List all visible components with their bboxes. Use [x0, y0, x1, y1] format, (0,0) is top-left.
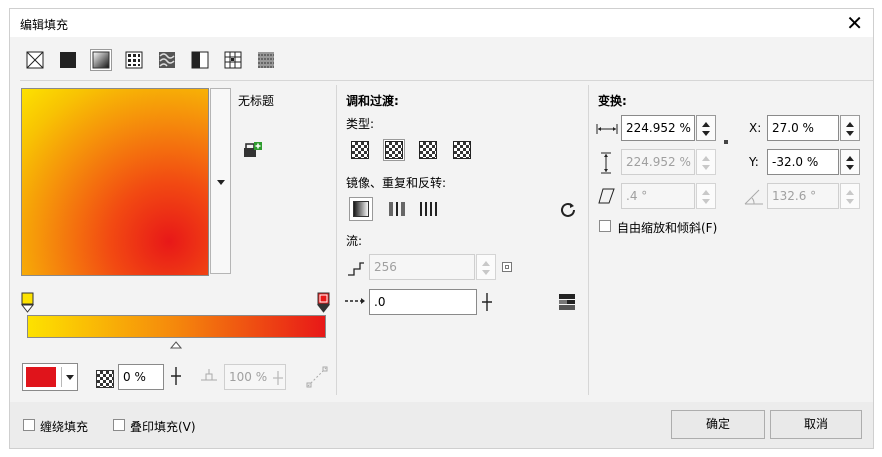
flow-label: 流: — [346, 234, 363, 248]
blend-direction-icon[interactable] — [306, 366, 328, 391]
preset-name: 无标题 — [238, 94, 275, 108]
fill-preview[interactable] — [21, 88, 209, 276]
fill-height-value: 224.952 % — [626, 155, 691, 169]
skew-input[interactable]: .4 ° — [621, 183, 695, 209]
texture-fill-icon[interactable] — [222, 49, 244, 71]
close-icon[interactable]: ✕ — [846, 11, 863, 35]
bitmap-pattern-fill-icon[interactable] — [156, 49, 178, 71]
position-slider-icon — [272, 370, 284, 389]
fill-height-spinner[interactable] — [696, 149, 716, 175]
skew-icon — [598, 187, 616, 208]
x-label: X: — [749, 121, 762, 135]
default-blend-icon[interactable] — [349, 197, 373, 221]
postscript-fill-icon[interactable] — [255, 49, 277, 71]
y-label: Y: — [749, 155, 759, 169]
linear-blend-icon[interactable] — [349, 139, 371, 161]
acceleration-input[interactable]: .0 — [369, 289, 477, 315]
smooth-transition-icon[interactable] — [557, 292, 577, 315]
steps-input[interactable]: 256 — [369, 254, 475, 280]
repeat-blend-icon[interactable] — [418, 198, 440, 220]
skew-spinner[interactable] — [696, 183, 716, 209]
divider — [61, 367, 62, 387]
dialog-title: 编辑填充 — [20, 18, 69, 32]
gradient-bar[interactable] — [27, 315, 326, 338]
column-divider — [588, 85, 589, 395]
chevron-down-icon — [217, 180, 225, 185]
fill-width-value: 224.952 % — [626, 121, 691, 135]
rotate-spinner[interactable] — [840, 183, 860, 209]
lock-steps-icon[interactable] — [502, 262, 512, 272]
lock-ratio-icon[interactable] — [724, 140, 728, 144]
two-color-pattern-fill-icon[interactable] — [189, 49, 211, 71]
dialog-footer: 缠绕填充 叠印填充(V) 确定 取消 — [10, 402, 873, 448]
fill-width-input[interactable]: 224.952 % — [621, 115, 695, 141]
steps-spinner[interactable] — [476, 254, 496, 280]
fill-width-icon — [596, 123, 618, 138]
midpoint-marker[interactable] — [169, 338, 183, 352]
mirror-label: 镜像、重复和反转: — [346, 176, 447, 190]
transparency-icon — [96, 370, 114, 388]
x-offset-spinner[interactable] — [840, 115, 860, 141]
mirror-blend-icon[interactable] — [386, 198, 408, 220]
add-preset-icon[interactable] — [243, 142, 263, 163]
elliptical-blend-icon[interactable] — [383, 139, 405, 161]
acceleration-slider-icon[interactable] — [480, 292, 494, 315]
free-scale-checkbox[interactable] — [599, 220, 611, 232]
rotate-value: 132.6 ° — [772, 189, 817, 203]
title-bar: 编辑填充 ✕ — [10, 9, 873, 37]
uniform-fill-icon[interactable] — [57, 49, 79, 71]
conical-blend-icon[interactable] — [417, 139, 439, 161]
type-label: 类型: — [346, 117, 375, 131]
column-divider — [336, 85, 337, 395]
steps-value: 256 — [374, 260, 397, 274]
wrap-fill-checkbox[interactable] — [23, 419, 35, 431]
x-offset-input[interactable]: 27.0 % — [767, 115, 839, 141]
wrap-fill-label: 缠绕填充 — [40, 420, 89, 434]
rotate-icon — [744, 187, 764, 208]
overprint-checkbox[interactable] — [113, 419, 125, 431]
ok-button[interactable]: 确定 — [671, 410, 765, 439]
cancel-button[interactable]: 取消 — [770, 410, 862, 439]
toolbar-separator — [20, 80, 873, 81]
node-position-value: 100 % — [229, 370, 268, 384]
preset-dropdown[interactable] — [210, 88, 231, 274]
fill-height-icon — [600, 152, 612, 177]
chevron-down-icon — [66, 375, 74, 380]
blend-heading: 调和过渡: — [346, 94, 399, 108]
transform-heading: 变换: — [598, 94, 627, 108]
transparency-slider-icon[interactable] — [169, 366, 183, 389]
transparency-value: 0 % — [123, 370, 146, 384]
fill-width-spinner[interactable] — [696, 115, 716, 141]
acceleration-icon — [344, 295, 366, 309]
transparency-input[interactable]: 0 % — [118, 364, 164, 390]
edit-fill-dialog: 编辑填充 ✕ 无标题 0 % 100 % 调和过渡: 类型: 镜像、重复和反转:… — [9, 8, 874, 449]
fill-height-input[interactable]: 224.952 % — [621, 149, 695, 175]
steps-icon — [346, 257, 366, 280]
free-scale-label: 自由缩放和倾斜(F) — [617, 221, 718, 235]
rotate-input[interactable]: 132.6 ° — [767, 183, 839, 209]
node-position-icon — [200, 367, 218, 390]
y-offset-input[interactable]: -32.0 % — [767, 149, 839, 175]
skew-value: .4 ° — [626, 189, 648, 203]
rectangular-blend-icon[interactable] — [451, 139, 473, 161]
x-offset-value: 27.0 % — [772, 121, 814, 135]
reverse-icon[interactable] — [558, 200, 578, 223]
color-swatch — [26, 367, 56, 387]
y-offset-value: -32.0 % — [772, 155, 819, 169]
node-color-picker[interactable] — [22, 363, 78, 391]
overprint-label: 叠印填充(V) — [130, 420, 196, 434]
y-offset-spinner[interactable] — [840, 149, 860, 175]
fountain-fill-icon[interactable] — [90, 49, 112, 71]
acceleration-value: .0 — [374, 295, 386, 309]
no-fill-icon[interactable] — [24, 49, 46, 71]
vector-pattern-fill-icon[interactable] — [123, 49, 145, 71]
